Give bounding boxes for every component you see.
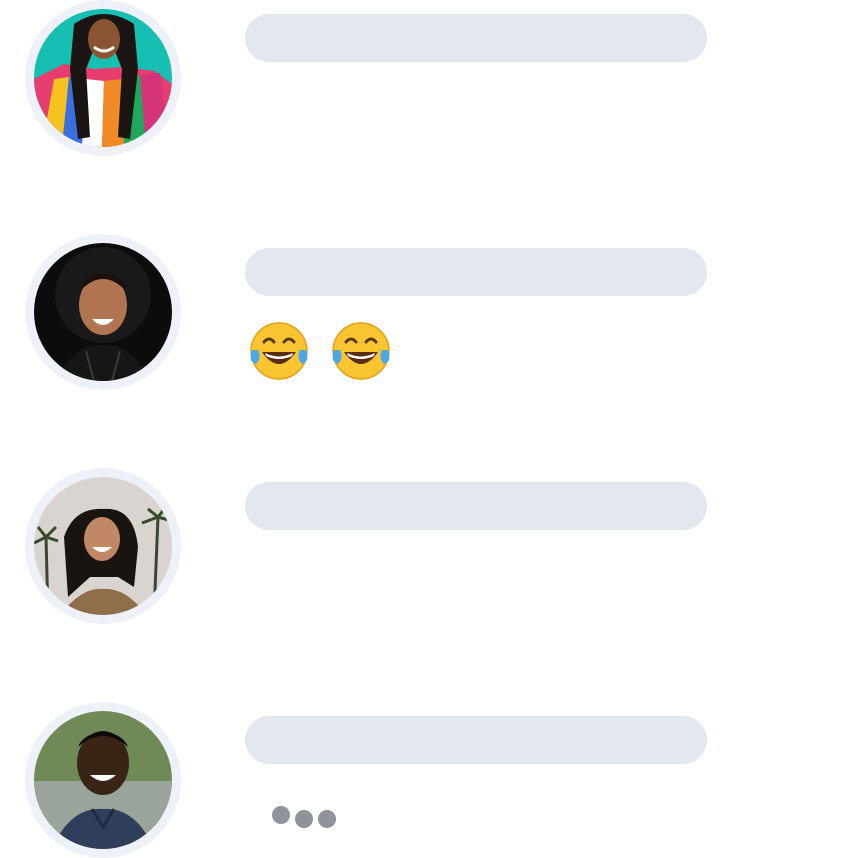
avatar-woman-colorful-top-image	[34, 9, 172, 147]
chat-message-row	[0, 234, 864, 394]
avatar-ring	[25, 0, 181, 156]
avatar[interactable]	[34, 243, 172, 381]
avatar-ring	[25, 468, 181, 624]
chat-message-row	[0, 702, 864, 858]
avatar-ring	[25, 234, 181, 390]
face-with-tears-of-joy-icon	[248, 320, 310, 382]
avatar-woman-palm-trees-image	[34, 477, 172, 615]
typing-indicator	[272, 806, 336, 828]
face-with-tears-of-joy-icon	[330, 320, 392, 382]
avatar[interactable]	[34, 9, 172, 147]
message-bubble[interactable]	[245, 716, 707, 764]
typing-dot	[272, 806, 290, 824]
typing-dot	[295, 810, 313, 828]
message-bubble[interactable]	[245, 482, 707, 530]
message-bubble[interactable]	[245, 248, 707, 296]
avatar-man-black-hat-image	[34, 243, 172, 381]
avatar[interactable]	[34, 477, 172, 615]
message-bubble[interactable]	[245, 14, 707, 62]
avatar-ring	[25, 702, 181, 858]
avatar-man-smiling-outdoors-image	[34, 711, 172, 849]
typing-dot	[318, 810, 336, 828]
avatar[interactable]	[34, 711, 172, 849]
reaction-emojis	[248, 320, 394, 397]
chat-message-row	[0, 0, 864, 160]
chat-message-row	[0, 468, 864, 628]
